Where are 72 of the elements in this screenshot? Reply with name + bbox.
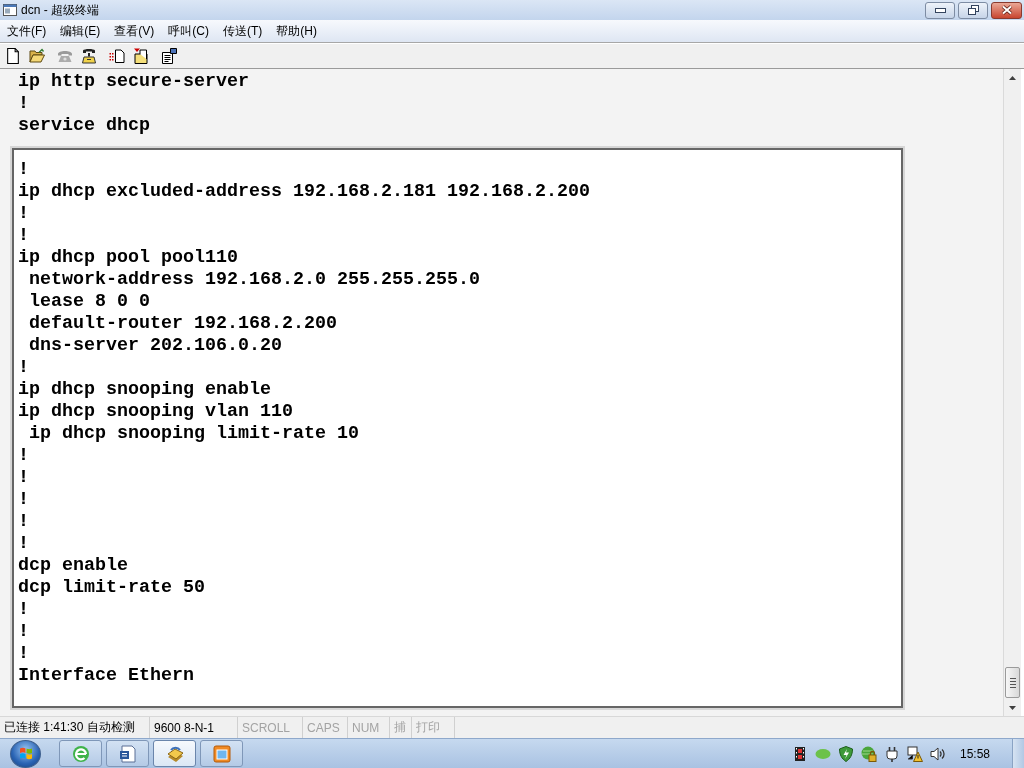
- restore-icon: [967, 5, 979, 15]
- menu-item[interactable]: 编辑(E): [53, 20, 108, 42]
- config-line: ip dhcp snooping limit-rate 10: [29, 423, 359, 445]
- config-line: ip dhcp snooping vlan 110: [18, 401, 293, 423]
- up-arrow-icon: [1009, 75, 1016, 80]
- taskbar-button[interactable]: [153, 740, 196, 767]
- restore-button[interactable]: [958, 1, 988, 19]
- config-line: !: [18, 467, 29, 489]
- menu-item[interactable]: 查看(V): [107, 20, 162, 42]
- config-line: Interface Ethern: [18, 665, 194, 687]
- plug-icon[interactable]: [883, 745, 900, 762]
- config-line: dcp limit-rate 50: [18, 577, 205, 599]
- blank-page-icon: [5, 48, 21, 64]
- toolbar-button[interactable]: [80, 47, 98, 65]
- config-line: dns-server 202.106.0.20: [29, 335, 282, 357]
- menu-item[interactable]: 呼叫(C): [161, 20, 216, 42]
- config-line: !: [18, 445, 29, 467]
- start-button[interactable]: [10, 739, 41, 768]
- toolbar-button[interactable]: [160, 47, 178, 65]
- config-line: network-address 192.168.2.0 255.255.255.0: [29, 269, 480, 291]
- clock[interactable]: 15:58: [959, 746, 990, 761]
- speaker-icon[interactable]: [929, 745, 946, 762]
- config-line: dcp enable: [18, 555, 128, 577]
- toolbar-button[interactable]: [28, 47, 46, 65]
- telephone-icon: [57, 48, 73, 64]
- window-title: dcn - 超级终端: [21, 1, 99, 19]
- open-folder-icon: [29, 48, 45, 64]
- globe-lock-icon[interactable]: [860, 745, 877, 762]
- config-line: !: [18, 621, 29, 643]
- config-line: !: [18, 533, 29, 555]
- config-line: !: [18, 599, 29, 621]
- dotted-page-icon: [109, 48, 125, 64]
- config-line: !: [18, 643, 29, 665]
- config-line: ip dhcp snooping enable: [18, 379, 271, 401]
- shield-icon[interactable]: [837, 745, 854, 762]
- close-icon: [1000, 5, 1013, 15]
- window-icon: [211, 743, 232, 764]
- config-line: !: [18, 159, 29, 181]
- config-line: lease 8 0 0: [29, 291, 150, 313]
- menu-item[interactable]: 传送(T): [216, 20, 270, 42]
- config-line: default-router 192.168.2.200: [29, 313, 337, 335]
- close-button[interactable]: [991, 1, 1022, 19]
- config-line: service dhcp: [18, 115, 150, 137]
- globe-swoosh-icon: [70, 743, 91, 764]
- arrow-folder-icon: [133, 48, 149, 64]
- taskbar-button[interactable]: [59, 740, 102, 767]
- menu-item[interactable]: 文件(F): [0, 20, 54, 42]
- scroll-thumb[interactable]: [1005, 667, 1020, 698]
- config-line: ip http secure-server: [18, 71, 249, 93]
- document-form-icon: [161, 48, 177, 64]
- toolbar-button[interactable]: [108, 47, 126, 65]
- minimize-icon: [934, 7, 946, 13]
- down-arrow-icon: [1009, 705, 1016, 710]
- config-line: ip dhcp pool pool110: [18, 247, 238, 269]
- flag-icon: [18, 747, 33, 760]
- config-line: !: [18, 93, 29, 115]
- toolbar-button[interactable]: [4, 47, 22, 65]
- scrollbar[interactable]: [1003, 69, 1021, 716]
- menu-item[interactable]: 帮助(H): [269, 20, 324, 42]
- minimize-button[interactable]: [925, 1, 955, 19]
- config-line: !: [18, 225, 29, 247]
- telephone-handset-icon: [81, 48, 97, 64]
- network-warning-icon[interactable]: [906, 745, 923, 762]
- config-line: !: [18, 511, 29, 533]
- document-icon: [117, 743, 138, 764]
- config-line: !: [18, 203, 29, 225]
- config-line: !: [18, 489, 29, 511]
- config-line: ip dhcp excluded-address 192.168.2.181 192.168.2.200: [18, 181, 590, 203]
- taskbar-button[interactable]: [106, 740, 149, 767]
- config-line: !: [18, 357, 29, 379]
- toolbar-button[interactable]: [132, 47, 150, 65]
- window-icon: [3, 4, 17, 16]
